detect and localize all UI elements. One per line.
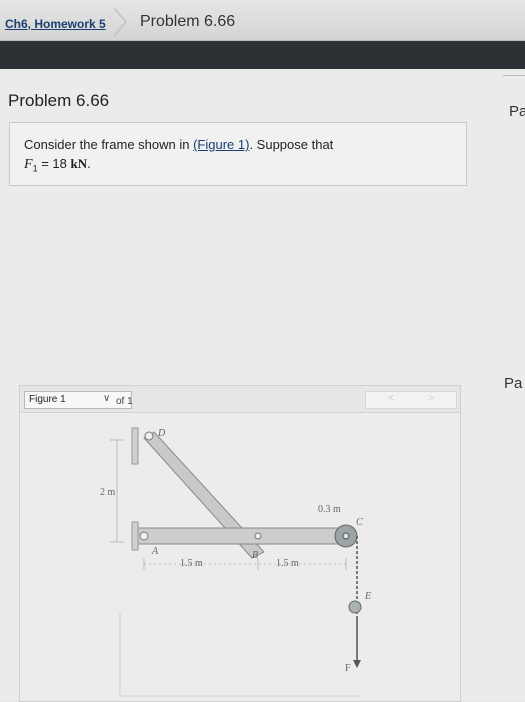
given-variable: F [24,157,33,172]
load-arrow-head [353,660,361,668]
label-height: 2 m [100,487,116,498]
chevron-down-icon: ∨ [103,393,111,404]
problem-statement-box: Consider the frame shown in (Figure 1). … [9,122,467,186]
figure-select-value: Figure 1 [29,394,66,405]
side-panel-divider [503,75,525,76]
problem-text-suffix: . Suppose that [249,137,334,152]
wall-support-d [131,427,139,465]
figure-nav-buttons: < > [365,391,457,409]
given-equals: = 18 [37,156,71,171]
label-f: F [345,663,351,674]
side-panel-label-top: Pa [509,103,525,120]
page-title: Problem 6.66 [8,91,110,110]
label-b: B [252,550,259,561]
given-unit: kN [70,156,88,171]
label-span-bc: 1.5 m [276,558,299,569]
figure-next-button[interactable]: > [428,393,434,404]
figure-prev-button[interactable]: < [388,393,394,404]
toolbar-band [0,41,525,69]
member-ac [137,527,347,545]
pulley-e [348,600,362,614]
label-radius: 0.3 m [318,504,341,515]
pulley-c-hub [342,532,350,540]
label-span-ab: 1.5 m [180,558,203,569]
label-a: A [152,546,159,557]
figure-header: Figure 1 ∨ of 1 < > [20,386,460,413]
label-d: D [158,428,166,439]
label-c: C [356,517,363,528]
given-period: . [87,156,91,171]
figure-panel: Figure 1 ∨ of 1 < > D 2 m A B 0.3 m C 1.… [19,385,461,702]
pin-d [144,431,154,441]
figure-link[interactable]: (Figure 1) [193,137,249,152]
frame-diagram [110,427,362,697]
problem-text-intro: Consider the frame shown in [24,137,194,152]
breadcrumb-assignment-link[interactable]: Ch6, Homework 5 [5,17,106,31]
pin-b [254,532,262,540]
wall-support-a [131,521,139,551]
breadcrumb-current-problem: Problem 6.66 [140,13,236,30]
problem-statement: Consider the frame shown in (Figure 1). … [24,137,333,152]
side-panel-label-bottom: Pa [504,375,523,392]
breadcrumb-chevron-icon [113,8,127,36]
label-e: E [365,591,372,602]
pin-a [139,531,149,541]
given-value: F1 = 18 kN. [24,156,91,174]
top-navigation-bar: Ch6, Homework 5 Problem 6.66 [0,0,525,41]
figure-count: of 1 [116,396,133,407]
